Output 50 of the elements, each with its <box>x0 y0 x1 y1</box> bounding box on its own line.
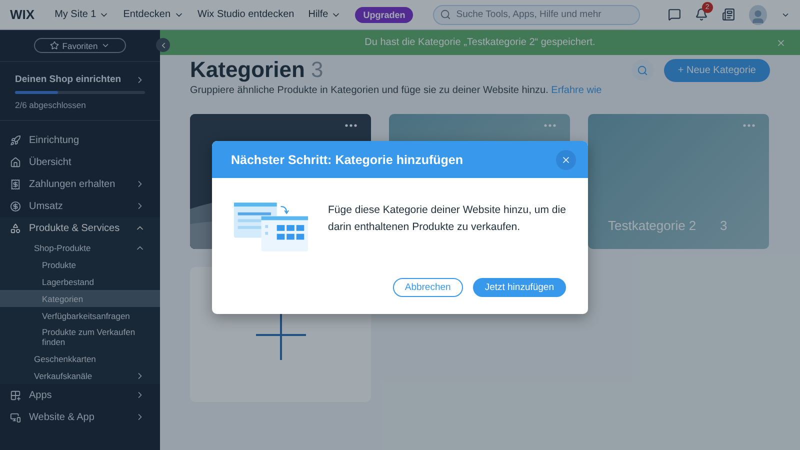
close-icon <box>561 154 571 164</box>
menu-item-icon <box>10 178 21 190</box>
wix-logo[interactable]: WIX <box>10 7 35 22</box>
sidebar-item[interactable]: Geschenkkarten <box>0 350 160 367</box>
sidebar-item[interactable]: Shop-Produkte <box>0 239 160 256</box>
progress-text: 2/6 abgeschlossen <box>15 100 87 110</box>
sidebar-item[interactable]: Verkaufskanäle <box>0 367 160 384</box>
menu-item-icon <box>10 222 21 234</box>
menu-item-icon <box>10 412 21 422</box>
more-icon[interactable] <box>345 124 357 127</box>
sidebar-item[interactable]: Verfügbarkeitsanfragen <box>0 307 160 324</box>
menu-item-icon <box>10 390 21 400</box>
star-icon <box>50 41 60 50</box>
favorites-button[interactable]: Favoriten <box>34 38 126 53</box>
news-icon[interactable] <box>722 8 735 21</box>
setup-title[interactable]: Deinen Shop einrichten <box>15 74 122 85</box>
sidebar-item[interactable]: Umsatz <box>0 195 160 217</box>
sidebar-item[interactable]: Einrichtung <box>0 129 160 151</box>
banner-text: Du hast die Kategorie „Testkategorie 2“ gespeichert. <box>364 37 596 48</box>
menu-item-icon <box>10 200 21 212</box>
menu-item-icon <box>10 134 21 146</box>
sidebar-item[interactable]: Zahlungen erhalten <box>0 173 160 195</box>
sidebar-item[interactable]: Produkte & Services <box>0 217 160 239</box>
top-menu[interactable]: Wix Studio entdecken <box>198 9 294 20</box>
page-subtitle: Gruppiere ähnliche Produkte in Kategorien und füge sie zu deiner Website hinzu. Erfahre wie <box>190 85 603 96</box>
menu-item-icon <box>10 156 21 168</box>
sidebar-item[interactable]: Produkte <box>0 256 160 273</box>
search-icon <box>637 64 648 76</box>
notification-bell-icon[interactable] <box>694 8 708 21</box>
sidebar-item[interactable]: Website & App <box>0 406 160 428</box>
dialog-title: Nächster Schritt: Kategorie hinzufügen <box>231 152 463 166</box>
sidebar-item[interactable]: Übersicht <box>0 151 160 173</box>
top-menu[interactable]: Entdecken <box>123 9 184 20</box>
sidebar-item[interactable]: Produkte zum Verkaufen finden <box>0 324 160 350</box>
sidebar-item[interactable]: Lagerbestand <box>0 273 160 290</box>
top-menu[interactable]: Hilfe <box>308 9 342 20</box>
cancel-button[interactable]: Abbrechen <box>392 278 463 297</box>
chat-icon[interactable] <box>668 8 681 21</box>
site-menu[interactable]: My Site 1 <box>54 9 110 20</box>
sidebar-item[interactable]: Apps <box>0 384 160 406</box>
category-count: 3 <box>720 218 728 233</box>
chevron-down-icon <box>100 41 110 50</box>
upgrade-button[interactable]: Upgraden <box>355 6 414 22</box>
confirm-button[interactable]: Jetzt hinzufügen <box>472 278 566 297</box>
dialog-text: Füge diese Kategorie deiner Website hinzu, um die darin enthaltenen Produkte zu verkaufen. <box>328 203 567 235</box>
page-title: Kategorien 3 <box>190 57 324 83</box>
category-name: Testkategorie 2 <box>608 218 696 233</box>
search-icon <box>440 9 452 20</box>
search-field[interactable]: Suche Tools, Apps, Hilfe und mehr <box>433 4 640 24</box>
sidebar-item[interactable]: Kategorien <box>0 290 160 307</box>
